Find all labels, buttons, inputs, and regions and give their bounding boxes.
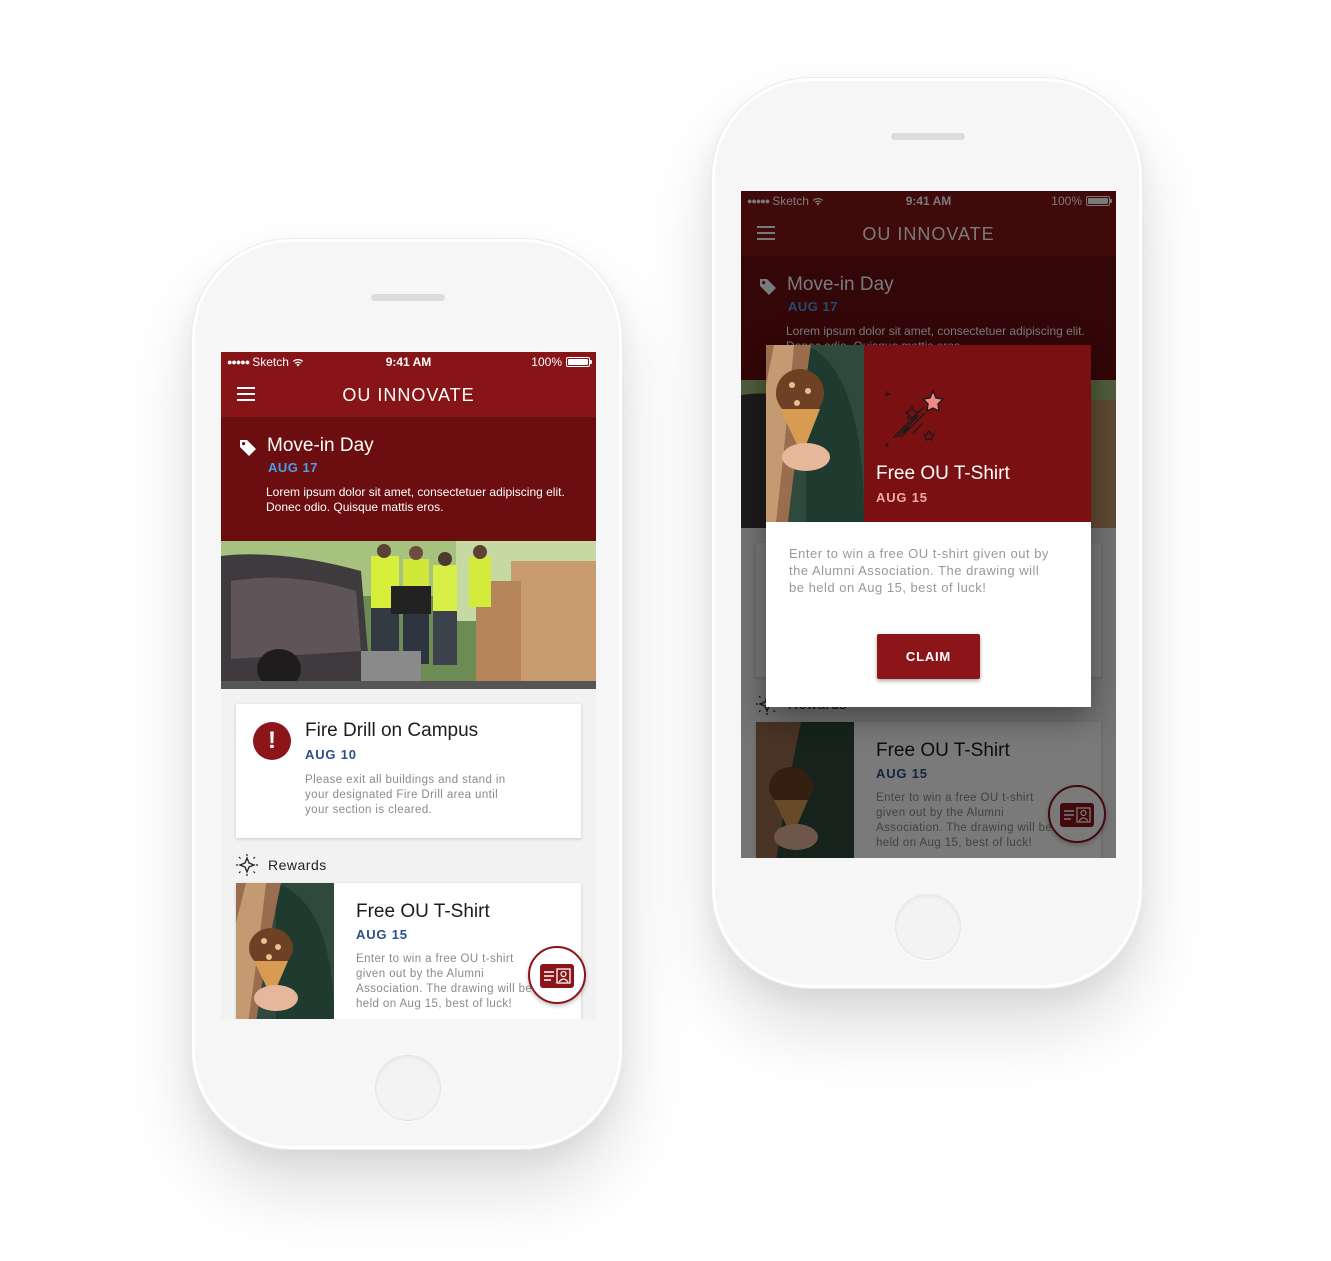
dialog-date: AUG 15 [876,490,928,505]
hero-event-description: Lorem ipsum dolor sit amet, consectetuer… [266,485,565,514]
tag-icon [240,440,256,456]
claim-reward-dialog: Free OU T-Shirt AUG 15 Enter to win a fr… [766,345,1091,707]
status-bar: ●●●●● Sketch 9:41 AM 100% [221,352,596,372]
reward-date: AUG 15 [356,927,408,942]
sparkle-icon [236,854,258,876]
home-button[interactable] [895,894,961,960]
reward-card[interactable]: Free OU T-Shirt AUG 15 Enter to win a fr… [236,883,581,1019]
app-screen-feed: ●●●●● Sketch 9:41 AM 100% OU INNOVATE Mo… [221,352,596,1019]
reward-title: Free OU T-Shirt [356,901,490,922]
dialog-description: Enter to win a free OU t-shirt given out… [789,546,1049,595]
rewards-section-header: Rewards [236,854,327,876]
fire-drill-description: Please exit all buildings and stand in y… [305,774,506,816]
reward-ice-cream-image [236,883,334,1019]
app-screen-claim-dialog: ●●●●● Sketch 9:41 AM 100% OU INNOVATE Mo… [741,191,1116,858]
hero-event-date: AUG 17 [268,460,318,475]
reward-description: Enter to win a free OU t-shirt given out… [356,953,533,1010]
fire-drill-date: AUG 10 [305,747,357,762]
battery-indicator: 100% [531,355,592,369]
id-card-icon [540,964,574,988]
app-bar: ●●●●● Sketch 9:41 AM 100% OU INNOVATE [221,352,596,417]
phone-speaker [371,294,445,301]
hero-event-card[interactable]: Move-in Day AUG 17 Lorem ipsum dolor sit… [221,417,596,541]
app-title: OU INNOVATE [342,385,475,405]
alert-icon: ! [253,722,291,760]
rewards-section-label: Rewards [268,857,327,873]
move-in-day-photo [221,541,596,689]
id-card-fab[interactable] [528,946,586,1004]
dialog-header: Free OU T-Shirt AUG 15 [766,345,1091,522]
phone-speaker [891,133,965,140]
fire-drill-title: Fire Drill on Campus [305,720,479,741]
home-button[interactable] [375,1055,441,1121]
dialog-title: Free OU T-Shirt [876,463,1010,484]
dialog-ice-cream-image [766,345,864,522]
claim-button[interactable]: CLAIM [877,634,980,679]
battery-icon [566,357,592,367]
shooting-stars-icon [884,389,945,447]
hero-event-title: Move-in Day [267,435,374,456]
fire-drill-card[interactable]: ! Fire Drill on Campus AUG 10 Please exi… [236,704,581,838]
battery-percent: 100% [531,355,562,369]
